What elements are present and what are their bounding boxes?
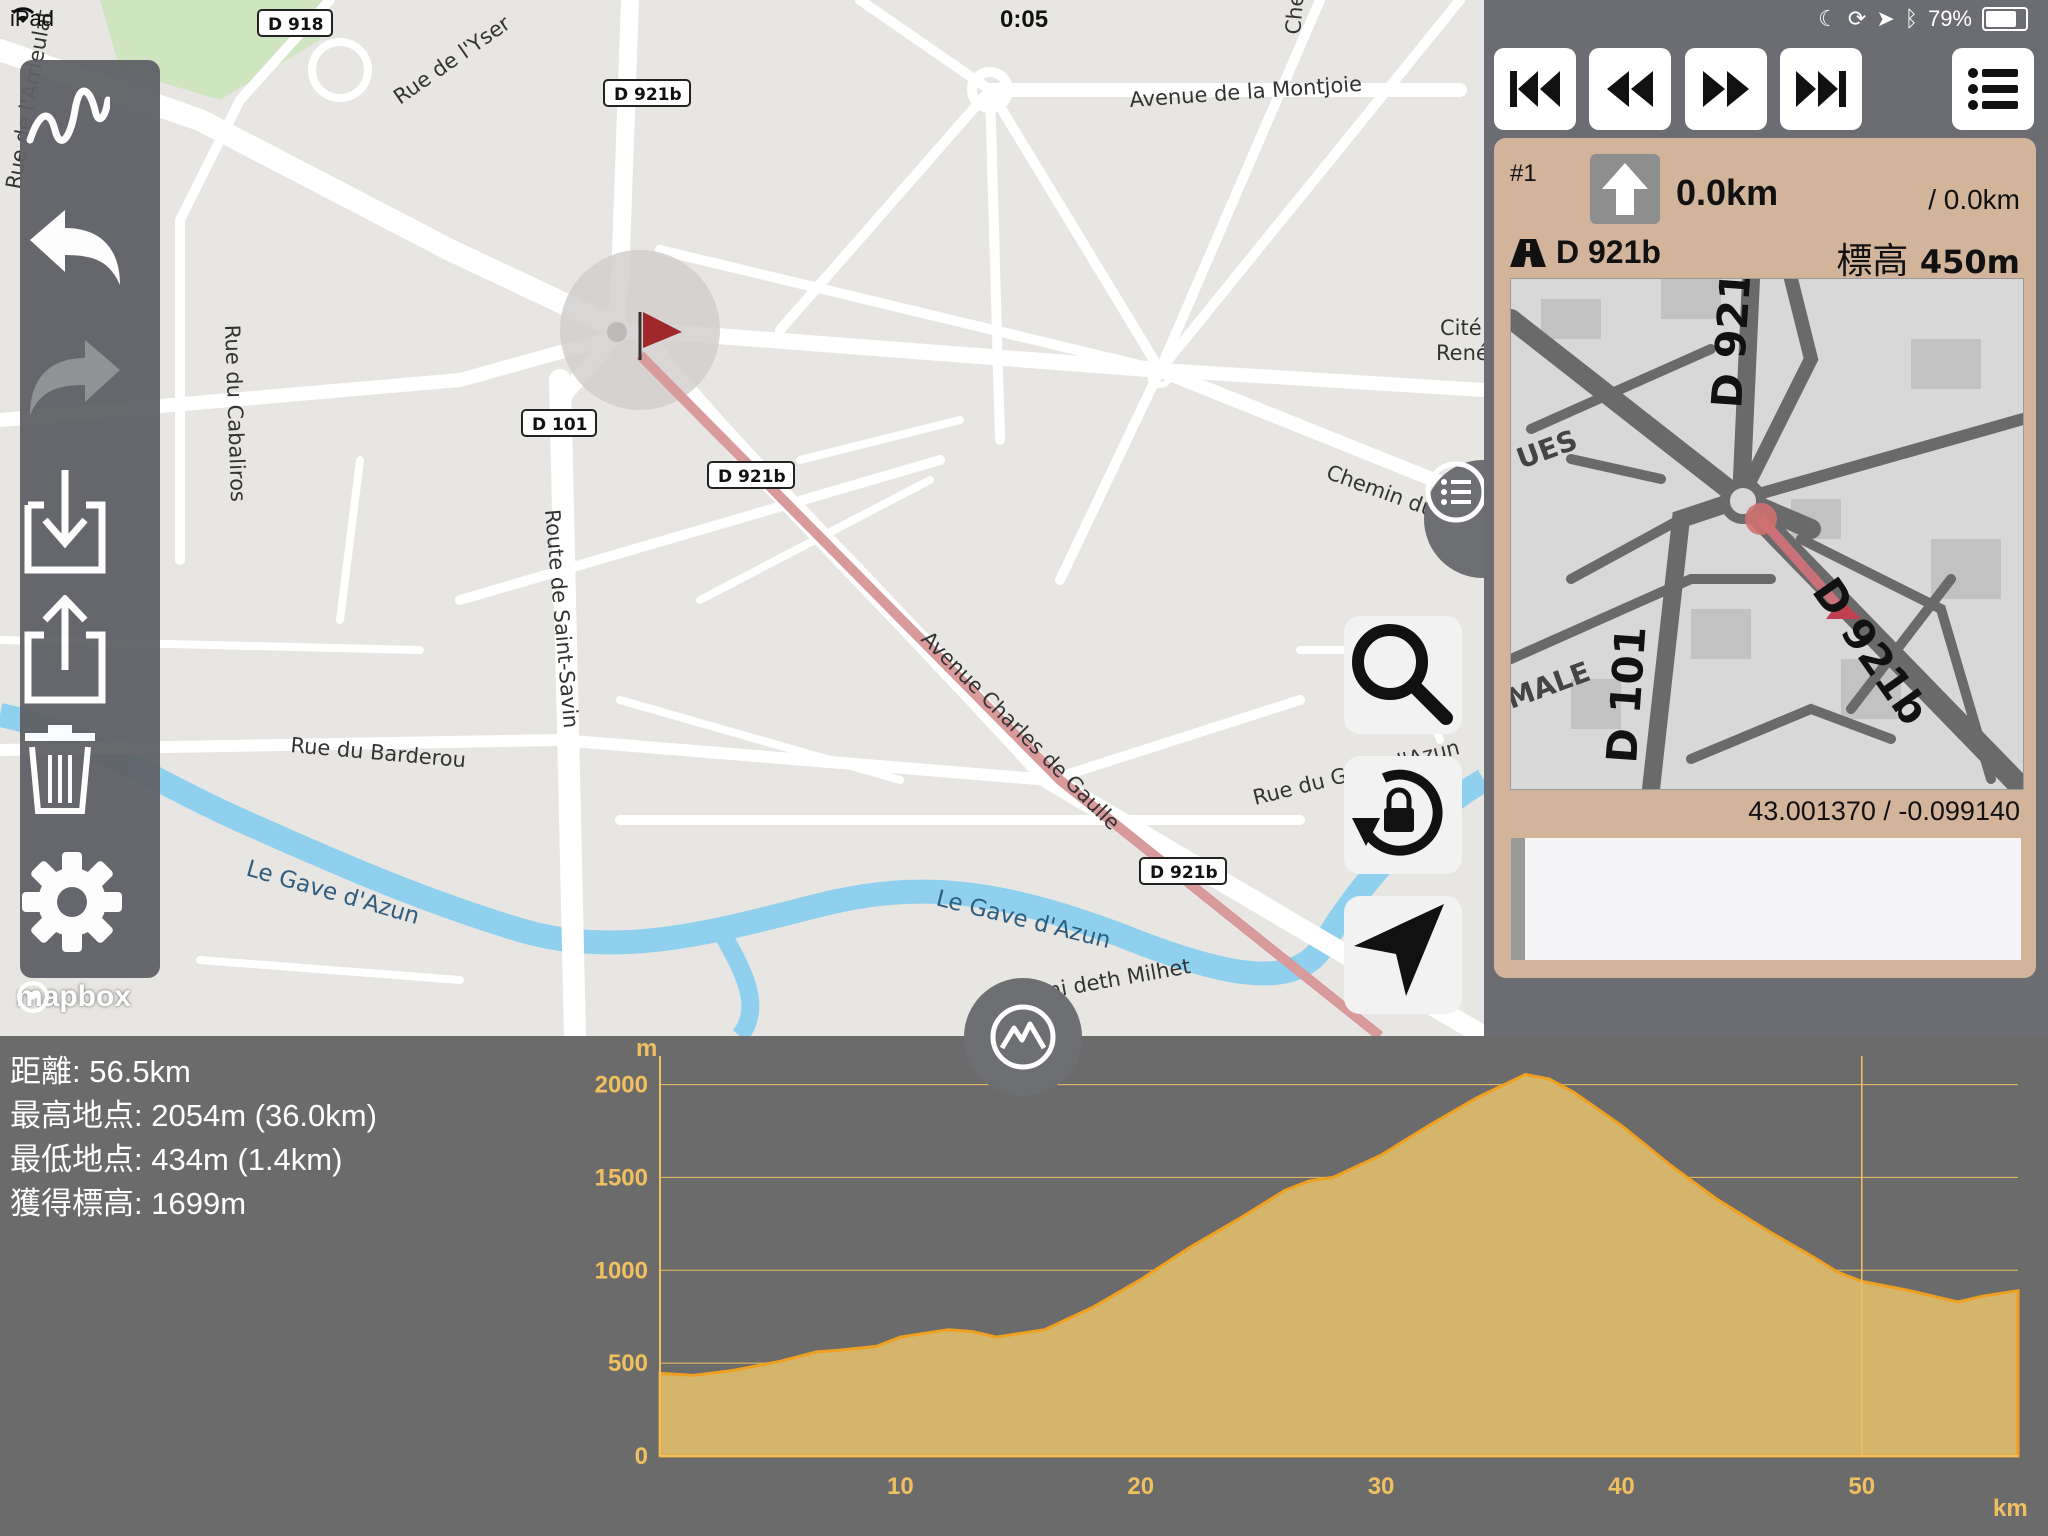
elevation-panel: 距離: 56.5km 最高地点: 2054m (36.0km) 最低地点: 43…: [0, 1036, 2048, 1536]
rotation-lock-status-icon: ⟳: [1847, 6, 1867, 31]
status-time: 0:05: [1000, 6, 1049, 33]
elevation-area: [658, 1072, 2020, 1458]
x-tick-label: 30: [1368, 1473, 1395, 1500]
squiggle-icon: [26, 87, 110, 144]
road-shield-d921b-mid: D 921b: [707, 461, 795, 489]
place-label-cite: Cité: [1440, 316, 1482, 340]
arrow-up-icon: [1602, 163, 1648, 215]
y-axis-unit: m: [636, 1036, 657, 1062]
waypoint-index: #1: [1510, 160, 1537, 187]
edit-toolbar: [20, 60, 160, 978]
export-button[interactable]: [20, 595, 160, 715]
status-indicators: ☾ ⟳ ➤ ᛒ 79%: [1818, 6, 2028, 32]
list-circle-icon: [1425, 461, 1484, 523]
skip-to-end-button[interactable]: [1780, 48, 1862, 130]
road-label-cabaliros: Rue du Cabaliros: [220, 324, 250, 502]
trash-icon: [25, 725, 95, 814]
skip-to-start-icon: [1510, 71, 1560, 107]
waypoint-distance: 0.0km: [1676, 172, 1779, 213]
redo-button[interactable]: [20, 330, 160, 450]
list-icon: [1968, 68, 2018, 110]
delete-button[interactable]: [20, 725, 160, 845]
rewind-icon: [1607, 71, 1653, 107]
road-label-montjoie: Avenue de la Montjoie: [1129, 72, 1363, 112]
import-button[interactable]: [20, 465, 160, 585]
road-shield-d101: D 101: [521, 409, 597, 437]
search-button[interactable]: [1344, 616, 1462, 734]
y-tick-label: 2000: [595, 1072, 648, 1099]
location-arrow-icon: ➤: [1876, 6, 1895, 31]
moon-icon: ☾: [1818, 6, 1838, 31]
locate-button[interactable]: [1344, 896, 1462, 1014]
rewind-button[interactable]: [1589, 48, 1671, 130]
road-shield-d921b-top: D 921b: [603, 79, 691, 107]
waypoint-note-area[interactable]: [1511, 838, 2021, 960]
battery-icon: [1982, 7, 2028, 31]
menu-list-button[interactable]: [1952, 48, 2034, 130]
x-tick-label: 20: [1127, 1473, 1154, 1500]
elevation-toggle-button[interactable]: [964, 978, 1082, 1096]
skip-to-start-button[interactable]: [1494, 48, 1576, 130]
settings-button[interactable]: [20, 850, 160, 970]
x-tick-label: 50: [1848, 1473, 1875, 1500]
y-tick-label: 1000: [595, 1257, 648, 1284]
road-shield-d918: D 918: [257, 9, 333, 37]
svg-text:D 921b: D 921b: [1150, 863, 1218, 883]
rotation-lock-button[interactable]: [1344, 756, 1462, 874]
svg-text:D 101: D 101: [532, 415, 588, 435]
x-axis-unit: km: [1993, 1495, 2028, 1522]
road-shield-d921b-bottom: D 921b: [1139, 857, 1227, 885]
undo-button[interactable]: [20, 200, 160, 320]
place-label-rene: René: [1436, 341, 1484, 365]
svg-text:D 921b: D 921b: [718, 467, 786, 487]
gear-icon: [22, 852, 122, 952]
bluetooth-icon: ᛒ: [1904, 6, 1918, 31]
waypoint-coordinates: 43.001370 / -0.099140: [1748, 796, 2020, 826]
fast-forward-icon: [1703, 71, 1749, 107]
fast-forward-button[interactable]: [1685, 48, 1767, 130]
mapbox-icon: [17, 981, 49, 1013]
waypoint-road: D 921b: [1510, 234, 1661, 271]
road-label-che: Che: [1281, 0, 1308, 35]
road-label-cdg: Avenue Charles de Gaulle: [916, 627, 1124, 835]
search-icon: [1352, 624, 1453, 725]
waypoint-elevation: 標高 450m: [1836, 241, 2020, 282]
redo-icon: [30, 340, 120, 415]
draw-route-button[interactable]: [20, 70, 160, 190]
y-tick-label: 0: [635, 1443, 648, 1470]
turn-direction: [1590, 154, 1660, 224]
minimap-label-d101: D 101: [1597, 624, 1655, 764]
mapbox-logo: mapbox: [16, 980, 132, 1013]
waypoint-minimap: D 921b D 101 D 921b UES MALE: [1510, 278, 2024, 790]
wifi-icon: [11, 7, 35, 23]
y-tick-label: 500: [608, 1350, 648, 1377]
skip-to-end-icon: [1796, 71, 1846, 107]
map-canvas[interactable]: Rue de l'Yser Avenue de la Montjoie Rue …: [0, 0, 1484, 1036]
road-label-saint-savin: Route de Saint-Savin: [540, 508, 583, 729]
svg-text:D 918: D 918: [268, 15, 324, 35]
x-tick-label: 10: [887, 1473, 914, 1500]
undo-icon: [30, 210, 120, 285]
rotation-lock-icon: [1352, 769, 1443, 856]
mountain-circle-icon: [990, 1004, 1056, 1070]
road-label-yser: Rue de l'Yser: [389, 11, 515, 109]
y-tick-label: 1500: [595, 1164, 648, 1191]
x-tick-label: 40: [1608, 1473, 1635, 1500]
download-icon: [24, 470, 106, 574]
waypoint-total-distance: / 0.0km: [1928, 184, 2020, 215]
status-device: iPad: [10, 6, 55, 31]
svg-text:D 921b: D 921b: [614, 85, 682, 105]
battery-percent: 79%: [1927, 6, 1972, 31]
road-icon: [1510, 238, 1546, 267]
elevation-chart[interactable]: 0 500 1000 1500 2000 10 20 30 40 50 m km: [0, 1036, 2048, 1536]
map-view[interactable]: Rue de l'Yser Avenue de la Montjoie Rue …: [0, 0, 1484, 1036]
navigation-arrow-icon: [1354, 904, 1444, 996]
share-icon: [24, 595, 106, 704]
